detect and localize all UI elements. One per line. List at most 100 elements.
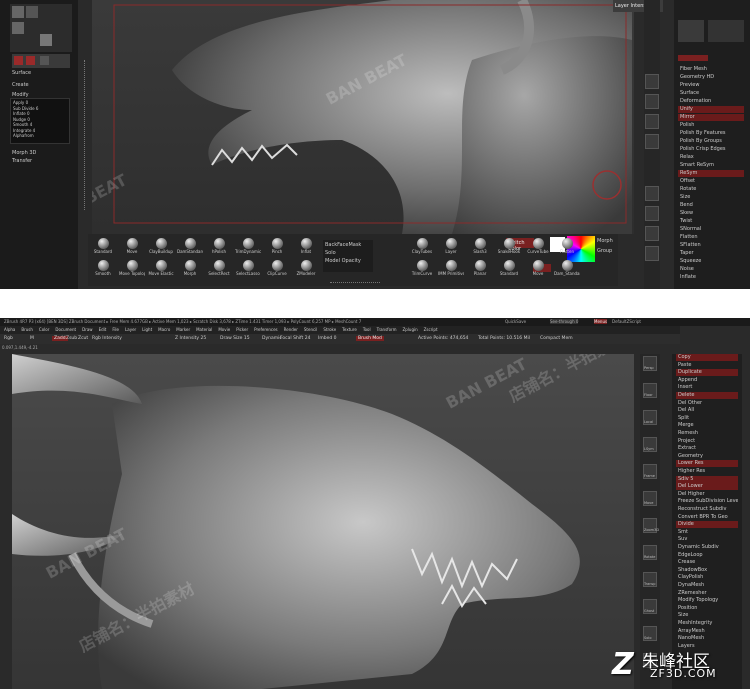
menu-macro[interactable]: Macro	[158, 327, 170, 332]
transp-icon[interactable]: Transp	[643, 572, 657, 587]
panel-divider[interactable]	[84, 60, 86, 210]
brush-24[interactable]: Planar	[467, 260, 493, 280]
tool-thumb[interactable]	[12, 22, 24, 34]
right-item[interactable]: Position	[676, 605, 738, 612]
toolbar-item[interactable]: Imbed 0	[318, 336, 337, 341]
right-item[interactable]: Geometry HD	[678, 74, 744, 81]
right-item[interactable]: Dynamic Subdiv	[676, 544, 738, 551]
left-item-morph3d[interactable]: Morph 3D	[12, 150, 72, 157]
right-item[interactable]: ShadowBox	[676, 567, 738, 574]
right-item[interactable]: Sdiv 5	[676, 475, 738, 483]
right-item[interactable]: Skew	[678, 210, 744, 217]
menu-draw[interactable]: Draw	[82, 327, 92, 332]
right-item[interactable]: Squeeze	[678, 258, 744, 265]
menu-movie[interactable]: Movie	[218, 327, 230, 332]
local-icon[interactable]	[645, 114, 659, 129]
zoom-icon[interactable]	[645, 206, 659, 221]
right-item[interactable]: Twist	[678, 218, 744, 225]
brush-16[interactable]: Move Elastic	[148, 260, 174, 280]
right-item[interactable]: ClayPolish	[676, 574, 738, 581]
menu-texture[interactable]: Texture	[342, 327, 357, 332]
brush-25[interactable]: Standard	[496, 260, 522, 280]
def-alphafrom[interactable]: Alphafrom	[13, 133, 38, 139]
right-item[interactable]: Noise	[678, 266, 744, 273]
brush-1[interactable]: Move	[119, 238, 145, 258]
right-item[interactable]: Smt	[676, 529, 738, 536]
right-item[interactable]: Polish By Groups	[678, 138, 744, 145]
brush-17[interactable]: Morph	[177, 260, 203, 280]
tool-thumb[interactable]	[26, 6, 38, 18]
brush-21[interactable]: ZModeler	[293, 260, 319, 280]
lsym-icon[interactable]: LSym	[643, 437, 657, 452]
menu-stencil[interactable]: Stencil	[304, 327, 318, 332]
right-item[interactable]: Del All	[676, 407, 738, 414]
persp-icon[interactable]: Persp	[643, 356, 657, 371]
right-item[interactable]: ZRemesher	[676, 590, 738, 597]
move-icon[interactable]	[645, 186, 659, 201]
transp-icon[interactable]	[645, 246, 659, 261]
brush-12[interactable]: CurveTube	[525, 238, 551, 258]
right-item[interactable]: Project	[676, 438, 738, 445]
menu-tool[interactable]: Tool	[363, 327, 371, 332]
brush-11[interactable]: SnakeHook	[496, 238, 522, 258]
right-item[interactable]: SFlatten	[678, 242, 744, 249]
brush-4[interactable]: hPolish	[206, 238, 232, 258]
brush-19[interactable]: SelectLasso	[235, 260, 261, 280]
brush-5[interactable]: TrimDynamic	[235, 238, 261, 258]
right-item[interactable]: Remesh	[676, 430, 738, 437]
brush-23[interactable]: IMM Primitives	[438, 260, 464, 280]
menu-edit[interactable]: Edit	[99, 327, 107, 332]
rotate-icon[interactable]	[645, 226, 659, 241]
brush-7[interactable]: Inflat	[293, 238, 319, 258]
right-item[interactable]: Polish	[678, 122, 744, 129]
shelf-divider[interactable]	[330, 282, 380, 284]
zoom3d-icon[interactable]: Zoom3D	[643, 518, 659, 533]
viewport-top[interactable]: BAN BEAT BAN BEAT	[92, 0, 634, 234]
brush-8[interactable]: ClayTubes	[409, 238, 435, 258]
floor-icon[interactable]	[645, 94, 659, 109]
rotate-icon[interactable]: Rotate	[643, 545, 657, 560]
right-item[interactable]: Mirror	[678, 114, 744, 121]
menu-zscript[interactable]: Zscript	[424, 327, 438, 332]
right-item[interactable]: Split	[676, 415, 738, 422]
seethrough-slider[interactable]: See-through 0	[550, 319, 579, 324]
menu-transform[interactable]: Transform	[377, 327, 397, 332]
brush-6[interactable]: Pinch	[264, 238, 290, 258]
brush-9[interactable]: Layer	[438, 238, 464, 258]
right-item[interactable]: Rotate	[678, 186, 744, 193]
toolbar-item[interactable]: Rgb Intensity	[92, 336, 122, 341]
toolbar-item[interactable]: Focal Shift 24	[280, 336, 310, 341]
floor-icon[interactable]: Floor	[643, 383, 657, 398]
right-item[interactable]: SNormal	[678, 226, 744, 233]
right-item[interactable]: Extract	[676, 445, 738, 452]
right-item[interactable]: ReSym	[678, 170, 744, 177]
menu-color[interactable]: Color	[39, 327, 49, 332]
right-item[interactable]: Del Other	[676, 400, 738, 407]
mirror-button[interactable]: Morph	[597, 238, 613, 244]
right-item[interactable]: Size	[676, 612, 738, 619]
menu-file[interactable]: File	[112, 327, 119, 332]
right-item[interactable]: Size	[678, 194, 744, 201]
local-icon[interactable]: Local	[643, 410, 657, 425]
right-item[interactable]: Paste	[676, 362, 738, 369]
right-item[interactable]: Polish Crisp Edges	[678, 146, 744, 153]
right-item[interactable]: ArrayMesh	[676, 628, 738, 635]
viewport-bottom[interactable]: BAN BEAT 店铺名：半拍素材 BAN BEAT 店铺名：半拍素材	[12, 354, 634, 689]
brush-0[interactable]: Standard	[90, 238, 116, 258]
menus-toggle[interactable]: Menus	[594, 319, 608, 324]
right-item[interactable]: NanoMesh	[676, 635, 738, 642]
menu-stroke[interactable]: Stroke	[323, 327, 336, 332]
right-item[interactable]: Copy	[676, 354, 738, 361]
right-item[interactable]: Insert	[676, 384, 738, 391]
right-item[interactable]: EdgeLoop	[676, 552, 738, 559]
right-item[interactable]: Merge	[676, 422, 738, 429]
menu-render[interactable]: Render	[284, 327, 298, 332]
right-item[interactable]: Append	[676, 377, 738, 384]
tool-thumb[interactable]	[40, 34, 52, 46]
brush-27[interactable]: Dam_Standard	[554, 260, 580, 280]
right-item[interactable]: MeshIntegrity	[676, 620, 738, 627]
right-item[interactable]: Polish By Features	[678, 130, 744, 137]
right-item[interactable]: Relax	[678, 154, 744, 161]
shelf-btn[interactable]: Solo	[325, 250, 336, 256]
brush-26[interactable]: Move	[525, 260, 551, 280]
